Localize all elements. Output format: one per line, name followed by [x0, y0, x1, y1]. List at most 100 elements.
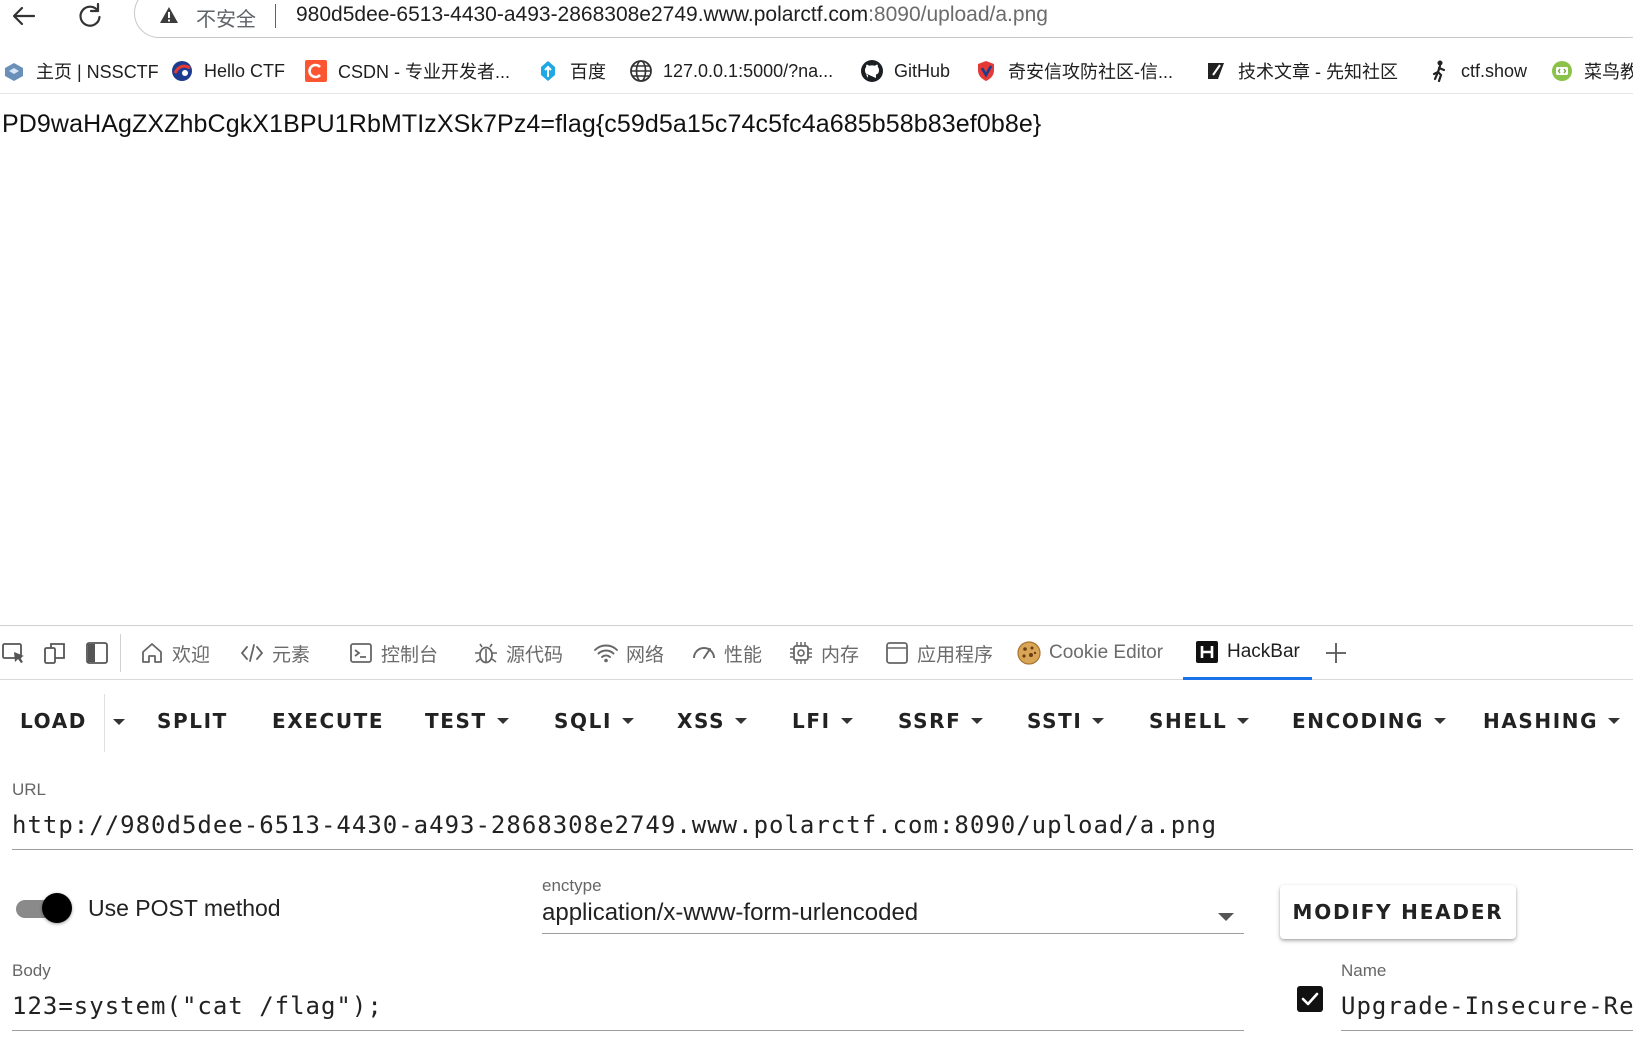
tab-label: 性能: [724, 644, 763, 666]
header-enabled-checkbox[interactable]: [1297, 986, 1323, 1012]
tab-application[interactable]: 应用程序: [883, 626, 993, 680]
post-method-toggle[interactable]: [14, 893, 72, 923]
bookmark-baidu[interactable]: 百度: [536, 56, 606, 86]
url-text[interactable]: 980d5dee-6513-4430-a493-2868308e2749.www…: [296, 3, 1048, 27]
tab-network[interactable]: 网络: [592, 626, 664, 680]
tab-sources[interactable]: 源代码: [472, 626, 563, 680]
tab-performance[interactable]: 性能: [690, 626, 762, 680]
tab-label: 内存: [821, 644, 860, 666]
ssrf-menu[interactable]: SSRF: [898, 704, 984, 738]
bookmark-xianzhi[interactable]: 技术文章 - 先知社区: [1204, 56, 1398, 86]
test-menu[interactable]: TEST: [425, 704, 509, 738]
url-host: 980d5dee-6513-4430-a493-2868308e2749.www…: [296, 3, 869, 26]
chevron-down-icon: [1608, 718, 1621, 724]
back-button[interactable]: [4, 0, 44, 32]
body-field-underline: [12, 1030, 1244, 1031]
bookmark-label: Hello CTF: [204, 60, 286, 81]
bookmarks-bar: 主页 | NSSCTF Hello CTF CSDN - 专业开发者... 百度…: [0, 50, 1633, 94]
enctype-select[interactable]: application/x-www-form-urlencoded: [542, 899, 918, 927]
load-divider: [104, 694, 105, 752]
tab-hackbar[interactable]: HackBar: [1183, 626, 1312, 680]
warning-icon[interactable]: [158, 4, 180, 26]
chevron-down-icon: [1237, 718, 1250, 724]
chevron-down-icon[interactable]: [1218, 913, 1234, 921]
home-icon: [138, 639, 166, 667]
header-name-underline: [1341, 1030, 1633, 1031]
bug-icon: [472, 639, 500, 667]
tab-divider: [120, 634, 121, 672]
bookmark-nssctf[interactable]: 主页 | NSSCTF: [2, 56, 159, 86]
baidu-icon: [536, 59, 560, 83]
chevron-down-icon: [971, 718, 984, 724]
url-path: :8090/upload/a.png: [868, 3, 1048, 26]
inspect-element-icon[interactable]: [0, 639, 28, 667]
menu-label: SSTI: [1027, 709, 1083, 733]
modify-header-button[interactable]: MODIFY HEADER: [1280, 885, 1516, 939]
encoding-menu[interactable]: ENCODING: [1292, 704, 1447, 738]
menu-label: LOAD: [20, 709, 87, 733]
menu-label: XSS: [677, 709, 726, 733]
split-button[interactable]: SPLIT: [157, 704, 228, 738]
hashing-menu[interactable]: HASHING: [1483, 704, 1621, 738]
bookmark-github[interactable]: GitHub: [860, 56, 950, 86]
menu-label: TEST: [425, 709, 487, 733]
reload-button[interactable]: [70, 0, 110, 32]
sidebar-toggle-icon[interactable]: [83, 639, 111, 667]
tab-label: HackBar: [1227, 640, 1300, 662]
tab-label: 欢迎: [172, 644, 211, 666]
shell-menu[interactable]: SHELL: [1149, 704, 1250, 738]
bookmark-hello-ctf[interactable]: Hello CTF: [170, 56, 285, 86]
devtools-tab-bar: 欢迎 元素 控制台 源代码 网络 性能 内存 应用程序 Cookie Edito…: [0, 626, 1633, 680]
bookmark-runoob[interactable]: 菜鸟教: [1550, 56, 1633, 86]
execute-button[interactable]: EXECUTE: [272, 704, 384, 738]
tab-memory[interactable]: 内存: [787, 626, 859, 680]
ssti-menu[interactable]: SSTI: [1027, 704, 1105, 738]
menu-label: LFI: [792, 709, 831, 733]
device-toolbar-icon[interactable]: [41, 639, 69, 667]
qianxin-icon: [974, 59, 998, 83]
bookmark-label: 奇安信攻防社区-信...: [1008, 62, 1173, 82]
enctype-label: enctype: [542, 876, 602, 895]
load-dropdown-caret[interactable]: [113, 719, 125, 725]
xss-menu[interactable]: XSS: [677, 704, 748, 738]
lfi-menu[interactable]: LFI: [792, 704, 853, 738]
wifi-icon: [592, 639, 620, 667]
sqli-menu[interactable]: SQLI: [554, 704, 634, 738]
button-label: MODIFY HEADER: [1292, 900, 1504, 924]
hackbar-menu: LOAD SPLIT EXECUTE TEST SQLI XSS LFI SSR…: [0, 680, 1633, 762]
hackbar-icon: [1193, 638, 1221, 666]
bookmark-localhost[interactable]: 127.0.0.1:5000/?na...: [629, 56, 833, 86]
bookmark-label: CSDN - 专业开发者...: [338, 62, 511, 82]
tab-elements[interactable]: 元素: [238, 626, 310, 680]
tab-label: 应用程序: [917, 644, 994, 666]
bookmark-ctfshow[interactable]: ctf.show: [1427, 56, 1527, 86]
url-field-label: URL: [12, 780, 47, 799]
chevron-down-icon: [496, 718, 509, 724]
menu-label: ENCODING: [1292, 709, 1425, 733]
chevron-down-icon: [622, 718, 634, 724]
tab-console[interactable]: 控制台: [347, 626, 438, 680]
bookmark-label: 127.0.0.1:5000/?na...: [663, 60, 834, 81]
runoob-icon: [1550, 59, 1574, 83]
body-field[interactable]: 123=system("cat /flag");: [12, 992, 383, 1020]
cookie-icon: [1015, 639, 1043, 667]
address-divider: [275, 4, 276, 28]
chip-icon: [787, 639, 815, 667]
add-tab-icon[interactable]: [1323, 640, 1349, 666]
reload-icon: [79, 2, 101, 27]
tab-cookie-editor[interactable]: Cookie Editor: [1015, 626, 1163, 680]
toggle-knob: [42, 893, 72, 923]
body-field-label: Body: [12, 961, 51, 980]
url-field[interactable]: http://980d5dee-6513-4430-a493-2868308e2…: [12, 811, 1217, 839]
bookmark-csdn[interactable]: CSDN - 专业开发者...: [304, 56, 510, 86]
chevron-down-icon: [1092, 718, 1105, 724]
load-button[interactable]: LOAD: [20, 704, 87, 738]
security-label[interactable]: 不安全: [196, 3, 256, 32]
url-field-underline: [12, 849, 1633, 850]
console-icon: [347, 639, 375, 667]
bookmark-qianxin[interactable]: 奇安信攻防社区-信...: [974, 56, 1173, 86]
header-name-field[interactable]: Upgrade-Insecure-Requ: [1341, 992, 1633, 1020]
tab-label: 网络: [626, 644, 665, 666]
bookmark-label: 菜鸟教: [1584, 62, 1633, 82]
tab-welcome[interactable]: 欢迎: [138, 626, 210, 680]
